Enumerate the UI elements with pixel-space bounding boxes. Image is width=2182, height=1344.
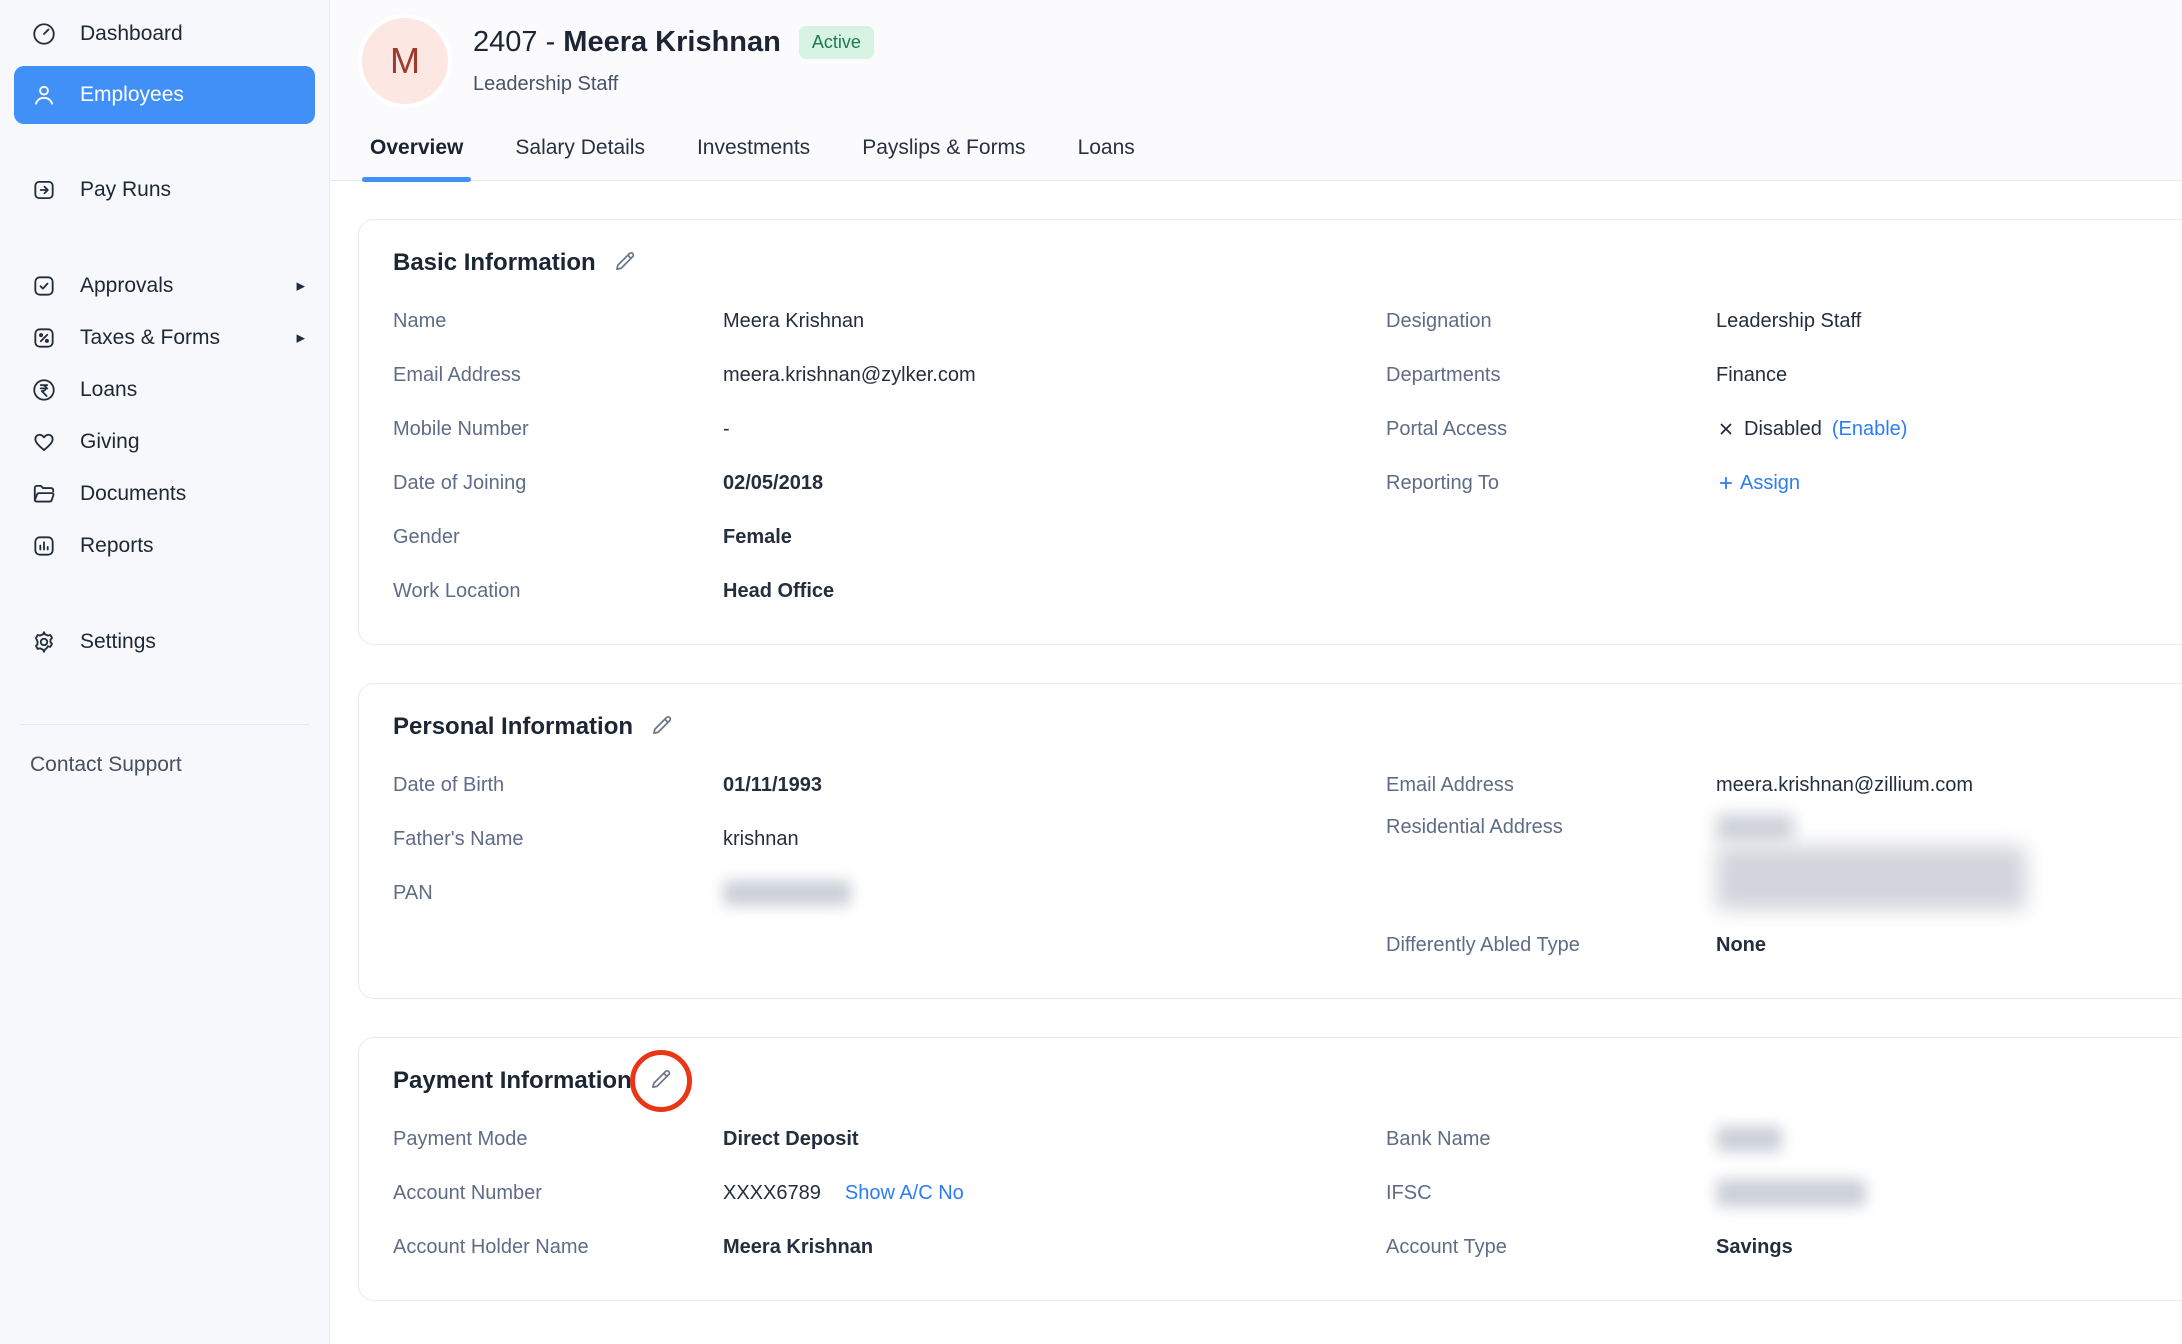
disabled-x-icon bbox=[1716, 419, 1744, 439]
employees-icon bbox=[30, 81, 58, 109]
giving-icon bbox=[30, 428, 58, 456]
employee-header: M 2407 - Meera Krishnan Active Leadershi… bbox=[330, 0, 2182, 104]
tab-investments[interactable]: Investments bbox=[695, 126, 812, 180]
sidebar-item-label: Employees bbox=[80, 83, 311, 107]
card-title: Personal Information bbox=[393, 713, 633, 741]
pencil-icon bbox=[612, 248, 638, 279]
edit-payment-info-button-highlighted[interactable] bbox=[646, 1066, 676, 1096]
basic-information-card: Basic Information Name Meera Krishnan Em… bbox=[358, 219, 2182, 645]
tab-payslips-forms[interactable]: Payslips & Forms bbox=[860, 126, 1027, 180]
sidebar-item-documents[interactable]: Documents bbox=[0, 468, 329, 520]
pay-runs-icon bbox=[30, 176, 58, 204]
assign-reporting-to-link[interactable]: Assign bbox=[1716, 472, 1800, 495]
loans-icon bbox=[30, 376, 58, 404]
field-row: Date of Birth 01/11/1993 bbox=[393, 758, 1386, 812]
field-row: Mobile Number - bbox=[393, 402, 1386, 456]
field-row-pan: PAN bbox=[393, 866, 1386, 920]
redacted-pan-value bbox=[723, 880, 851, 906]
sidebar-item-loans[interactable]: Loans bbox=[0, 364, 329, 416]
sidebar-item-pay-runs[interactable]: Pay Runs bbox=[0, 164, 329, 216]
tab-loans[interactable]: Loans bbox=[1076, 126, 1137, 180]
sidebar-item-settings[interactable]: Settings bbox=[0, 616, 329, 668]
field-row: Designation Leadership Staff bbox=[1386, 294, 2182, 348]
field-row: Email Address meera.krishnan@zillium.com bbox=[1386, 758, 2182, 812]
field-row-reporting-to: Reporting To Assign bbox=[1386, 456, 2182, 510]
documents-icon bbox=[30, 480, 58, 508]
tab-overview[interactable]: Overview bbox=[368, 126, 465, 180]
show-account-number-link[interactable]: Show A/C No bbox=[845, 1182, 964, 1205]
redacted-address-value bbox=[1716, 812, 2026, 918]
field-row: Account Type Savings bbox=[1386, 1220, 2182, 1274]
tab-bar: Overview Salary Details Investments Pays… bbox=[330, 126, 2182, 181]
sidebar: Dashboard Employees Pay Runs Approvals ▸… bbox=[0, 0, 330, 1344]
dashboard-icon bbox=[30, 20, 58, 48]
plus-icon bbox=[1716, 473, 1740, 493]
employee-name: Meera Krishnan bbox=[563, 26, 781, 58]
settings-icon bbox=[30, 628, 58, 656]
field-row-portal-access: Portal Access Disabled (Enable) bbox=[1386, 402, 2182, 456]
chevron-right-icon: ▸ bbox=[296, 276, 305, 296]
sidebar-item-label: Dashboard bbox=[80, 22, 311, 46]
field-row: Account Holder Name Meera Krishnan bbox=[393, 1220, 1386, 1274]
personal-information-card: Personal Information Date of Birth 01/11… bbox=[358, 683, 2182, 999]
field-row: Gender Female bbox=[393, 510, 1386, 564]
field-row-residential-address: Residential Address bbox=[1386, 812, 2182, 918]
field-row: Email Address meera.krishnan@zylker.com bbox=[393, 348, 1386, 402]
redacted-ifsc-value bbox=[1716, 1179, 1866, 1207]
employee-designation: Leadership Staff bbox=[473, 73, 874, 96]
field-row: Date of Joining 02/05/2018 bbox=[393, 456, 1386, 510]
field-row: Differently Abled Type None bbox=[1386, 918, 2182, 972]
approvals-icon bbox=[30, 272, 58, 300]
edit-personal-info-button[interactable] bbox=[647, 712, 677, 742]
sidebar-item-label: Giving bbox=[80, 430, 311, 454]
field-row-bank-name: Bank Name bbox=[1386, 1112, 2182, 1166]
taxes-forms-icon bbox=[30, 324, 58, 352]
sidebar-item-label: Loans bbox=[80, 378, 311, 402]
reports-icon bbox=[30, 532, 58, 560]
sidebar-item-label: Reports bbox=[80, 534, 311, 558]
status-badge: Active bbox=[799, 26, 874, 59]
pencil-icon bbox=[648, 1066, 674, 1097]
sidebar-item-taxes-forms[interactable]: Taxes & Forms ▸ bbox=[0, 312, 329, 364]
sidebar-item-label: Pay Runs bbox=[80, 178, 311, 202]
sidebar-item-giving[interactable]: Giving bbox=[0, 416, 329, 468]
sidebar-item-reports[interactable]: Reports bbox=[0, 520, 329, 572]
page-title: 2407 - Meera Krishnan bbox=[473, 26, 781, 59]
field-row: Departments Finance bbox=[1386, 348, 2182, 402]
pencil-icon bbox=[649, 712, 675, 743]
card-title: Payment Information bbox=[393, 1067, 632, 1095]
employee-id: 2407 - bbox=[473, 26, 555, 58]
contact-support-link[interactable]: Contact Support bbox=[0, 725, 329, 805]
edit-basic-info-button[interactable] bbox=[610, 248, 640, 278]
overview-panel: Basic Information Name Meera Krishnan Em… bbox=[330, 181, 2182, 1344]
field-row: Father's Name krishnan bbox=[393, 812, 1386, 866]
sidebar-item-label: Approvals bbox=[80, 274, 274, 298]
main-content: M 2407 - Meera Krishnan Active Leadershi… bbox=[330, 0, 2182, 1344]
sidebar-item-label: Settings bbox=[80, 630, 311, 654]
field-row-ifsc: IFSC bbox=[1386, 1166, 2182, 1220]
sidebar-item-dashboard[interactable]: Dashboard bbox=[0, 8, 329, 60]
sidebar-item-label: Documents bbox=[80, 482, 311, 506]
sidebar-item-label: Taxes & Forms bbox=[80, 326, 274, 350]
field-row: Payment Mode Direct Deposit bbox=[393, 1112, 1386, 1166]
field-row-account-number: Account Number XXXX6789 Show A/C No bbox=[393, 1166, 1386, 1220]
enable-portal-link[interactable]: (Enable) bbox=[1832, 418, 1908, 441]
sidebar-item-employees[interactable]: Employees bbox=[14, 66, 315, 124]
field-row: Name Meera Krishnan bbox=[393, 294, 1386, 348]
card-title: Basic Information bbox=[393, 249, 596, 277]
payment-information-card: Payment Information Payment Mode Direct … bbox=[358, 1037, 2182, 1301]
sidebar-item-approvals[interactable]: Approvals ▸ bbox=[0, 260, 329, 312]
tab-salary-details[interactable]: Salary Details bbox=[513, 126, 647, 180]
avatar: M bbox=[362, 18, 448, 104]
chevron-right-icon: ▸ bbox=[296, 328, 305, 348]
redacted-bank-name-value bbox=[1716, 1126, 1782, 1152]
field-row: Work Location Head Office bbox=[393, 564, 1386, 618]
